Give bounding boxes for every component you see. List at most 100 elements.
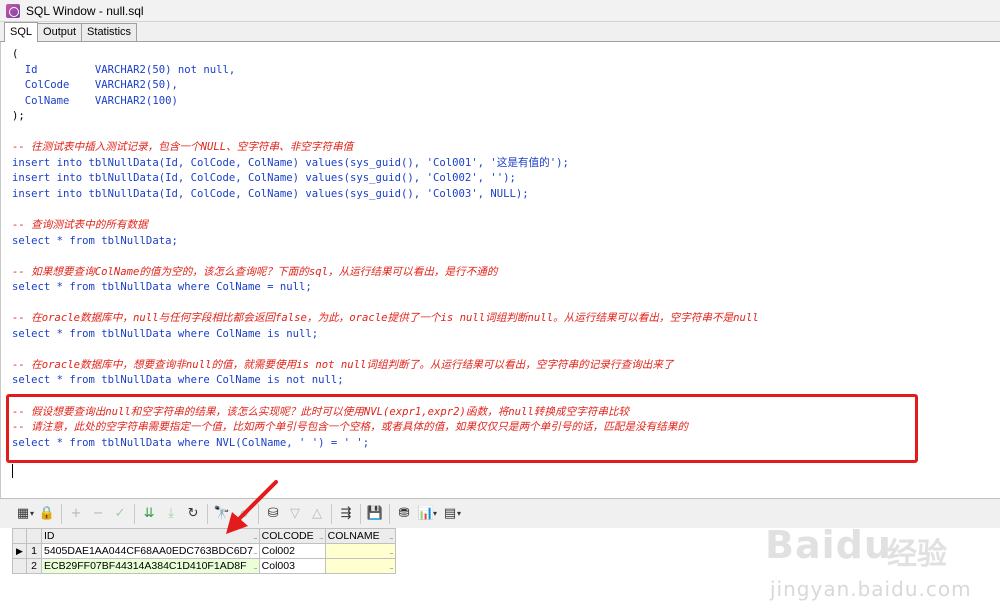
query-by-example-icon[interactable]: ⛁ [262,503,284,525]
tab-statistics[interactable]: Statistics [81,23,138,41]
toolbar-separator [207,503,209,524]
next-record-icon[interactable]: ▽ [284,503,306,525]
dropdown-arrow-icon[interactable]: ▾ [30,509,34,518]
code-line: Id VARCHAR2(50) not null, [12,63,759,79]
sql-comment: -- 在oracle数据库中，想要查询非null的值，就需要使用is not n… [12,358,674,371]
text-cursor [12,464,13,478]
prev-record-icon[interactable]: △ [306,503,328,525]
column-ellipsis-button[interactable]: ... [389,532,394,541]
sql-statement: select * from tblNullData where ColName … [12,374,344,387]
fetch-next-icon[interactable]: ⇊ [138,503,160,525]
save-icon[interactable]: 💾 [364,503,386,525]
tab-sql[interactable]: SQL [4,22,39,42]
table-row[interactable]: ▶ 1 5405DAE1AA044CF68AA0EDC763BDC6D7... … [12,543,396,559]
highlight-annotation-box [6,394,918,463]
sql-statement: ColName VARCHAR2(100) [12,94,178,107]
code-line: -- 查询测试表中的所有数据 [12,218,759,234]
code-line: select * from tblNullData where ColName … [12,327,759,343]
toolbar-separator [61,503,63,524]
column-header-colname[interactable]: COLNAME... [324,528,396,544]
cell-id-value: 5405DAE1AA044CF68AA0EDC763BDC6D7 [44,545,253,557]
code-line: insert into tblNullData(Id, ColCode, Col… [12,156,759,172]
cell-id[interactable]: 5405DAE1AA044CF68AA0EDC763BDC6D7... [41,543,260,559]
sql-statement: Id VARCHAR2(50) not null, [12,63,236,76]
toolbar-separator [258,503,260,524]
cell-colcode-value: Col003 [261,560,295,572]
toolbar-separator [389,503,391,524]
sql-statement: select * from tblNullData; [12,234,178,247]
clear-icon[interactable]: ⌀ [233,503,255,525]
cell-colcode-value: Col002 [261,545,295,557]
dropdown-arrow-icon[interactable]: ▾ [457,509,461,518]
cell-colcode[interactable]: Col002 [258,543,326,559]
cell-ellipsis-button[interactable]: ... [389,547,394,556]
cell-colname[interactable]: ... [324,543,396,559]
sql-statement: insert into tblNullData(Id, ColCode, Col… [12,156,569,169]
sql-comment: -- 如果想要查询ColName的值为空的，该怎么查询呢？下面的sql，从运行结… [12,265,498,278]
sql-statement: ( [12,48,19,60]
column-header-label: ID [44,530,55,542]
sql-comment: -- 在oracle数据库中，null与任何字段相比都会返回false，为此，o… [12,312,759,325]
sql-statement: select * from tblNullData where ColName … [12,327,319,340]
column-ellipsis-button[interactable]: ... [319,532,324,541]
results-grid[interactable]: ID... COLCODE... COLNAME... ▶ 1 5405DAE1… [12,528,396,574]
code-line: select * from tblNullData where ColName … [12,280,759,296]
cell-id[interactable]: ECB29FF07BF44314A384C1D410F1AD8F... [41,558,260,574]
refresh-icon[interactable]: ↻ [182,503,204,525]
code-line: select * from tblNullData where ColName … [12,373,759,389]
grid-corner[interactable] [12,528,27,544]
cell-colname[interactable]: ... [324,558,396,574]
sql-statement: insert into tblNullData(Id, ColCode, Col… [12,172,516,185]
row-selector[interactable] [12,558,27,574]
sql-statement: ); [12,110,25,123]
code-line: ); [12,109,759,125]
code-line: -- 在oracle数据库中，null与任何字段相比都会返回false，为此，o… [12,311,759,327]
sql-statement: select * from tblNullData where ColName … [12,281,312,294]
cell-id-value: ECB29FF07BF44314A384C1D410F1AD8F [44,560,247,572]
sql-code[interactable]: ( Id VARCHAR2(50) not null, ColCode VARC… [12,47,759,451]
table-row[interactable]: 2 ECB29FF07BF44314A384C1D410F1AD8F... Co… [12,558,396,574]
window-title: SQL Window - null.sql [26,3,144,18]
cell-ellipsis-button[interactable]: ... [253,547,258,556]
find-icon[interactable]: 🔭 [211,503,233,525]
fetch-last-icon[interactable]: ⤓ [160,503,182,525]
dropdown-arrow-icon[interactable]: ▾ [433,509,437,518]
title-bar: SQL Window - null.sql [0,0,1000,22]
code-line: ( [12,47,759,63]
link-icon[interactable]: ⇶ [335,503,357,525]
code-line: ColCode VARCHAR2(50), [12,78,759,94]
post-icon[interactable]: ✓ [109,503,131,525]
watermark-logo: Baidu [765,523,892,567]
column-ellipsis-button[interactable]: ... [253,532,258,541]
column-header-colcode[interactable]: COLCODE... [258,528,326,544]
code-line: -- 如果想要查询ColName的值为空的，该怎么查询呢？下面的sql，从运行结… [12,265,759,281]
sql-statement: ColCode VARCHAR2(50), [12,79,178,92]
sql-comment: -- 查询测试表中的所有数据 [12,219,148,232]
export-icon[interactable]: ⛃ [393,503,415,525]
cell-ellipsis-button[interactable]: ... [389,562,394,571]
current-row-indicator-icon[interactable]: ▶ [12,543,27,559]
column-header-id[interactable]: ID... [41,528,260,544]
watermark-cn: 经验 [887,537,947,572]
sql-comment: -- 往测试表中插入测试记录，包含一个NULL、空字符串、非空字符串值 [12,141,354,154]
sql-editor[interactable]: ( Id VARCHAR2(50) not null, ColCode VARC… [0,42,1000,498]
lock-icon[interactable]: 🔒 [36,503,58,525]
remove-icon[interactable]: − [87,503,109,525]
toolbar-separator [360,503,362,524]
column-header-label: COLCODE [261,530,314,542]
tab-output[interactable]: Output [37,23,83,41]
toolbar-separator [134,503,136,524]
grid-header-row: ID... COLCODE... COLNAME... [12,528,396,544]
cell-colcode[interactable]: Col003 [258,558,326,574]
grid-corner-num [26,528,42,544]
code-line: -- 往测试表中插入测试记录，包含一个NULL、空字符串、非空字符串值 [12,140,759,156]
add-icon[interactable]: + [65,503,87,525]
code-line: ColName VARCHAR2(100) [12,94,759,110]
toolbar-separator [331,503,333,524]
cell-ellipsis-button[interactable]: ... [253,562,258,571]
row-number: 2 [26,558,42,574]
